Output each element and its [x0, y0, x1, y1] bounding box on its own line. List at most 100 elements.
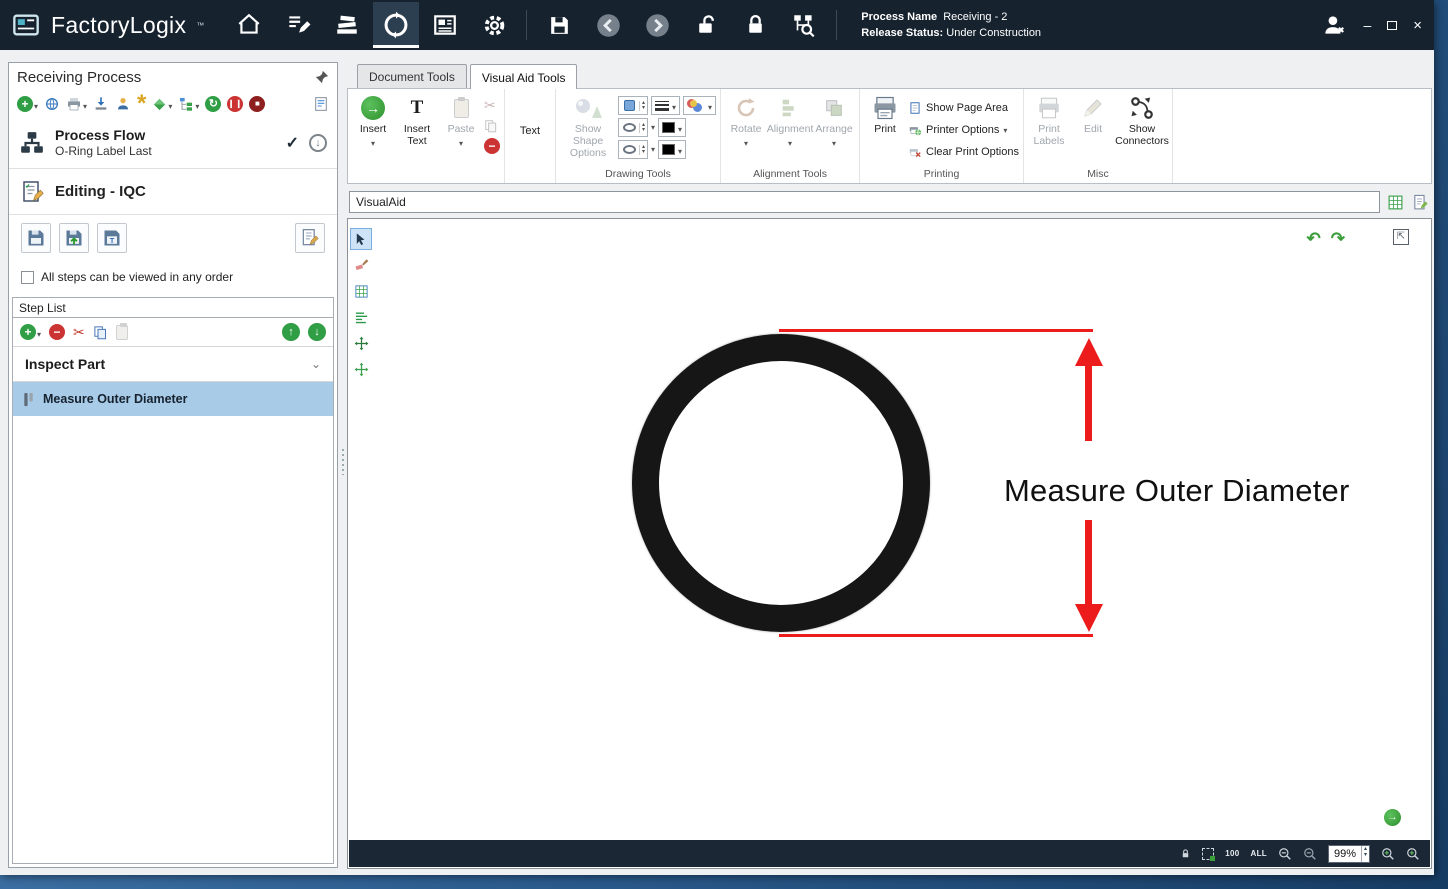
printer-options-button[interactable]: Printer Options: [908, 121, 1019, 139]
panel-splitter[interactable]: [340, 62, 346, 868]
save-button[interactable]: [536, 2, 582, 48]
process-flow-row[interactable]: Process Flow O-Ring Label Last: [9, 117, 337, 169]
dimension-arrow-down-head[interactable]: [1075, 604, 1103, 632]
add-step-button[interactable]: +: [20, 324, 41, 340]
delete-button[interactable]: −: [484, 138, 500, 154]
edit-button[interactable]: Edit: [1072, 92, 1114, 167]
undo-button[interactable]: [1307, 229, 1321, 249]
maximize-button[interactable]: [1387, 21, 1397, 30]
import-button[interactable]: [93, 96, 109, 112]
process-definitions-button[interactable]: [275, 2, 321, 48]
insert-text-button[interactable]: T Insert Text: [396, 92, 438, 167]
release-button[interactable]: [152, 97, 172, 112]
remove-step-button[interactable]: −: [49, 324, 65, 340]
spinner[interactable]: [639, 101, 647, 111]
print-labels-button[interactable]: Print Labels: [1028, 92, 1070, 167]
process-sync-button[interactable]: [373, 2, 419, 48]
line-weight-button[interactable]: [651, 96, 680, 115]
visual-aid-name-input[interactable]: [349, 191, 1380, 213]
show-shape-options-button[interactable]: Show Shape Options: [560, 92, 616, 167]
redo-button[interactable]: [1331, 229, 1345, 249]
close-button[interactable]: [1413, 17, 1422, 34]
refresh-button[interactable]: [205, 96, 221, 112]
paste-button[interactable]: Paste: [440, 92, 482, 167]
zoom-all-button[interactable]: ALL: [1251, 849, 1267, 858]
oring-image[interactable]: [632, 334, 930, 632]
copy-button[interactable]: [484, 119, 500, 133]
visual-aid-canvas[interactable]: Measure Outer Diameter 100 ALL 99%: [347, 218, 1432, 869]
paste-step-button[interactable]: [116, 325, 128, 340]
link-button[interactable]: [44, 96, 60, 112]
grid-toggle-button[interactable]: [351, 281, 371, 301]
select-tool-button[interactable]: [351, 229, 371, 249]
fill-color-combo[interactable]: [658, 140, 686, 159]
unlock-button[interactable]: [683, 2, 729, 48]
print-process-button[interactable]: [66, 96, 87, 112]
process-search-button[interactable]: [781, 2, 827, 48]
collapse-group-button[interactable]: ⌄: [311, 357, 321, 371]
zoom-spinner[interactable]: [1361, 846, 1369, 862]
report-form-button[interactable]: [313, 96, 329, 112]
save-import-button[interactable]: [59, 223, 89, 253]
cut-step-button[interactable]: [73, 324, 85, 341]
ellipse-shape-combo-2[interactable]: [618, 140, 648, 159]
add-process-button[interactable]: +: [17, 96, 38, 112]
annotation-text[interactable]: Measure Outer Diameter: [1004, 473, 1350, 509]
step-group-row[interactable]: Inspect Part ⌄: [13, 346, 333, 382]
home-button[interactable]: [226, 2, 272, 48]
tab-visual-aid-tools[interactable]: Visual Aid Tools: [470, 64, 578, 89]
move-step-down-button[interactable]: [308, 323, 326, 341]
pause-button[interactable]: ❙❙: [227, 96, 243, 112]
collapse-flow-button[interactable]: [309, 134, 327, 152]
documents-button[interactable]: [422, 2, 468, 48]
zoom-level-combo[interactable]: 99%: [1328, 845, 1370, 863]
copy-step-button[interactable]: [93, 325, 108, 340]
minimize-button[interactable]: [1363, 17, 1371, 33]
settings-button[interactable]: [471, 2, 517, 48]
fullscreen-button[interactable]: [1393, 229, 1409, 245]
move-anchor-button[interactable]: [351, 333, 371, 353]
options-flower-button[interactable]: [137, 99, 146, 109]
fit-view-button[interactable]: [1384, 809, 1401, 826]
zoom-100-button[interactable]: 100: [1225, 849, 1239, 858]
save-template-button[interactable]: T: [97, 223, 127, 253]
zoom-in-step-button[interactable]: [1406, 847, 1420, 861]
ellipse-shape-combo[interactable]: [618, 118, 648, 137]
stop-button[interactable]: ■: [249, 96, 265, 112]
pin-panel-button[interactable]: [315, 70, 329, 84]
step-row-selected[interactable]: Measure Outer Diameter: [13, 382, 333, 416]
cut-button[interactable]: [484, 97, 500, 114]
spinner[interactable]: [639, 145, 647, 155]
stroke-color-combo[interactable]: [658, 118, 686, 137]
grid-view-button[interactable]: [1385, 192, 1405, 212]
show-connectors-button[interactable]: Show Connectors: [1116, 92, 1168, 167]
text-button[interactable]: Text: [509, 92, 551, 167]
print-button[interactable]: Print: [864, 92, 906, 167]
insert-button[interactable]: Insert: [352, 92, 394, 167]
alignment-button[interactable]: Alignment: [769, 92, 811, 167]
edit-details-button[interactable]: [295, 223, 325, 253]
zoom-out-step-button[interactable]: [1303, 847, 1317, 861]
zoom-in-button[interactable]: [1381, 847, 1395, 861]
library-button[interactable]: [324, 2, 370, 48]
forward-button[interactable]: [634, 2, 680, 48]
rotate-button[interactable]: Rotate: [725, 92, 767, 167]
dimension-line-bottom[interactable]: [779, 634, 1093, 637]
dimension-arrow-up-shaft[interactable]: [1085, 365, 1092, 441]
spinner[interactable]: [639, 123, 647, 133]
line-style-dropdown[interactable]: [651, 123, 655, 132]
edit-visual-aid-button[interactable]: [1410, 192, 1430, 212]
move-step-up-button[interactable]: [282, 323, 300, 341]
save-process-button[interactable]: [21, 223, 51, 253]
zoom-out-button[interactable]: [1278, 847, 1292, 861]
arrange-button[interactable]: Arrange: [813, 92, 855, 167]
format-painter-button[interactable]: [351, 255, 371, 275]
tab-document-tools[interactable]: Document Tools: [357, 64, 467, 88]
dimension-line-top[interactable]: [779, 329, 1093, 332]
show-page-area-button[interactable]: Show Page Area: [908, 99, 1019, 117]
lock-zoom-button[interactable]: [1180, 848, 1191, 860]
back-button[interactable]: [585, 2, 631, 48]
rectangle-shape-combo[interactable]: [618, 96, 648, 115]
dimension-arrow-down-shaft[interactable]: [1085, 520, 1092, 604]
fill-style-dropdown[interactable]: [651, 145, 655, 154]
